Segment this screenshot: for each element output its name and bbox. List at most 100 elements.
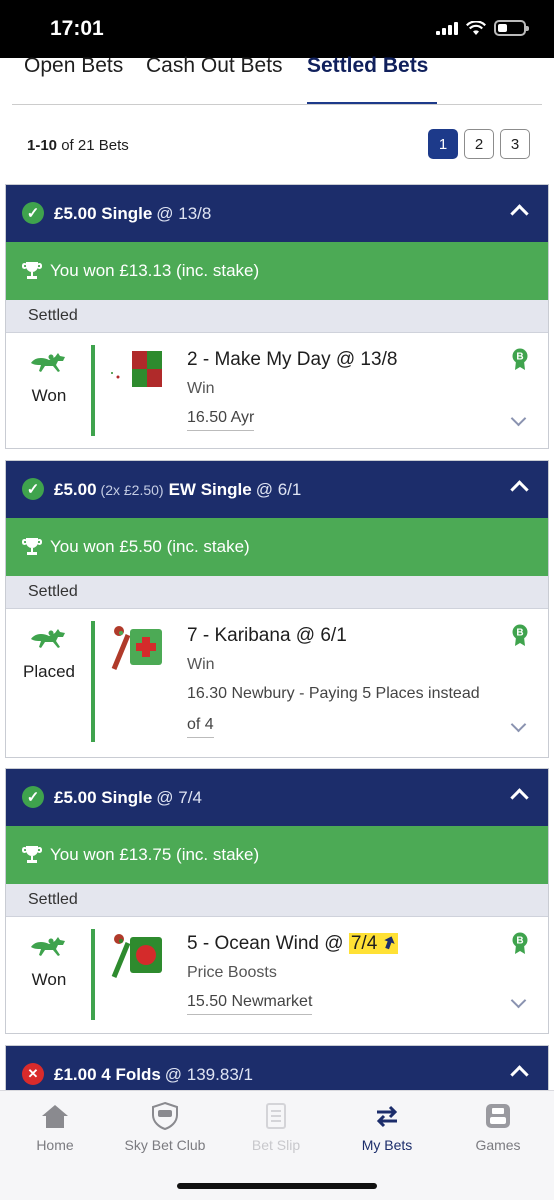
jockey-silks-icon: [111, 934, 162, 978]
pager-range: 1-10: [27, 137, 58, 154]
wifi-icon: [466, 20, 486, 35]
club-badge-icon: B: [512, 348, 528, 370]
bets-tabs: Open Bets Cash Out Bets Settled Bets: [0, 54, 554, 106]
racing-horse-icon: [31, 629, 65, 648]
tab-settled-bets[interactable]: Settled Bets: [307, 54, 428, 78]
bet-card: ✕ £1.00 4 Folds @ 139.83/1: [5, 1045, 549, 1090]
bet-odds: @ 139.83/1: [164, 1064, 253, 1084]
bet-card: ✓ £5.00 Single @ 7/4 You won £13.75 (inc…: [5, 768, 549, 1034]
bet-header[interactable]: ✕ £1.00 4 Folds @ 139.83/1: [6, 1046, 548, 1090]
pager-summary: 1-10 of 21 Bets: [27, 137, 129, 154]
tab-cash-out-bets[interactable]: Cash Out Bets: [146, 54, 283, 78]
chevron-down-icon[interactable]: [510, 716, 527, 733]
games-icon: [486, 1104, 510, 1128]
won-banner: You won £13.13 (inc. stake): [6, 242, 548, 300]
racing-horse-icon: [31, 353, 65, 372]
trophy-icon: [22, 537, 42, 557]
check-circle-icon: ✓: [22, 202, 44, 224]
check-circle-icon: ✓: [22, 786, 44, 808]
won-amount-text: You won £5.50 (inc. stake): [50, 537, 250, 556]
bet-stake-detail: (2x £2.50): [100, 481, 164, 498]
battery-icon: [494, 20, 529, 36]
bet-type: EW Single: [168, 479, 252, 499]
settled-label: Settled: [6, 884, 548, 917]
bet-odds: @ 13/8: [156, 203, 212, 223]
signal-icon: [436, 21, 458, 35]
selection-event[interactable]: 15.50 Newmarket: [187, 993, 313, 1015]
bet-card: ✓ £5.00 (2x £2.50) EW Single @ 6/1 You w…: [5, 460, 549, 758]
won-banner: You won £5.50 (inc. stake): [6, 518, 548, 576]
selection-result: Won: [31, 386, 67, 405]
selection-event[interactable]: 16.50 Ayr: [187, 409, 255, 431]
boosted-odds-value: 7/4: [350, 933, 378, 954]
selection-name: 7 - Karibana @ 6/1: [187, 625, 347, 646]
price-boost-arrow-icon: [383, 936, 395, 950]
settled-label: Settled: [6, 300, 548, 333]
cross-circle-icon: ✕: [22, 1063, 44, 1085]
bet-odds: @ 7/4: [156, 787, 202, 807]
bet-type: 4 Folds: [101, 1064, 161, 1084]
nav-games-label: Games: [475, 1137, 521, 1153]
trophy-icon: [22, 261, 42, 281]
bet-header[interactable]: ✓ £5.00 Single @ 7/4: [6, 769, 548, 826]
boosted-odds: 7/4: [348, 933, 398, 954]
selection-event[interactable]: 16.30 Newbury - Paying 5 Places instead: [187, 685, 480, 706]
chevron-down-icon[interactable]: [510, 992, 527, 1009]
bet-type: Single: [101, 787, 153, 807]
nav-home-label: Home: [36, 1137, 74, 1153]
bet-header[interactable]: ✓ £5.00 (2x £2.50) EW Single @ 6/1: [6, 461, 548, 518]
tab-open-bets[interactable]: Open Bets: [24, 54, 123, 78]
selection-name: 5 - Ocean Wind @ 7/4: [187, 933, 398, 955]
nav-sky-bet-club[interactable]: Sky Bet Club: [110, 1091, 220, 1171]
chevron-up-icon[interactable]: [510, 1065, 529, 1084]
status-time: 17:01: [50, 17, 104, 40]
selection-name-text: 5 - Ocean Wind @: [187, 933, 349, 954]
nav-home[interactable]: Home: [0, 1091, 110, 1171]
chevron-up-icon[interactable]: [510, 204, 529, 223]
home-icon: [42, 1105, 68, 1128]
nav-sky-bet-club-label: Sky Bet Club: [124, 1137, 206, 1153]
page-button-1[interactable]: 1: [428, 129, 458, 159]
won-amount-text: You won £13.13 (inc. stake): [50, 261, 260, 280]
selection-market: Win: [187, 656, 215, 673]
bet-stake: £5.00: [54, 787, 97, 807]
club-badge-letter: B: [516, 628, 523, 639]
bet-card: ✓ £5.00 Single @ 13/8 You won £13.13 (in…: [5, 184, 549, 449]
jockey-silks-icon: [111, 626, 162, 670]
page-button-2[interactable]: 2: [464, 129, 494, 159]
result-divider: [91, 929, 95, 1020]
nav-my-bets-label: My Bets: [361, 1137, 413, 1153]
selection-result: Won: [31, 970, 67, 989]
nav-games[interactable]: Games: [443, 1091, 553, 1171]
club-badge-icon: B: [512, 624, 528, 646]
chevron-down-icon[interactable]: [510, 410, 527, 427]
selection-row: Placed 7 - Karibana @ 6/1 Win 16.30 Newb…: [6, 609, 548, 757]
result-divider: [91, 621, 95, 742]
pager-summary-suffix: of 21 Bets: [61, 137, 129, 154]
home-indicator[interactable]: [177, 1183, 377, 1189]
selection-result: Placed: [23, 662, 75, 681]
settled-label: Settled: [6, 576, 548, 609]
pager-row: 1-10 of 21 Bets 1 2 3: [0, 128, 554, 162]
chevron-up-icon[interactable]: [510, 480, 529, 499]
jockey-silks-icon: [111, 351, 162, 387]
club-badge-letter: B: [516, 936, 523, 947]
page-button-3[interactable]: 3: [500, 129, 530, 159]
bet-stake: £5.00: [54, 479, 97, 499]
chevron-up-icon[interactable]: [510, 788, 529, 807]
bet-stake: £5.00: [54, 203, 97, 223]
selection-event-continued[interactable]: of 4: [187, 716, 214, 738]
trophy-icon: [22, 845, 42, 865]
nav-bet-slip[interactable]: Bet Slip: [221, 1091, 331, 1171]
bet-header[interactable]: ✓ £5.00 Single @ 13/8: [6, 185, 548, 242]
status-bar: 17:01: [0, 0, 554, 58]
result-divider: [91, 345, 95, 436]
nav-bet-slip-label: Bet Slip: [251, 1137, 301, 1153]
selection-name: 2 - Make My Day @ 13/8: [187, 349, 398, 370]
nav-my-bets[interactable]: My Bets: [332, 1091, 442, 1171]
racing-horse-icon: [31, 937, 65, 956]
club-badge-icon: B: [512, 932, 528, 954]
selection-market: Price Boosts: [187, 964, 277, 981]
my-bets-icon: [376, 1105, 398, 1128]
selection-market: Win: [187, 380, 215, 397]
